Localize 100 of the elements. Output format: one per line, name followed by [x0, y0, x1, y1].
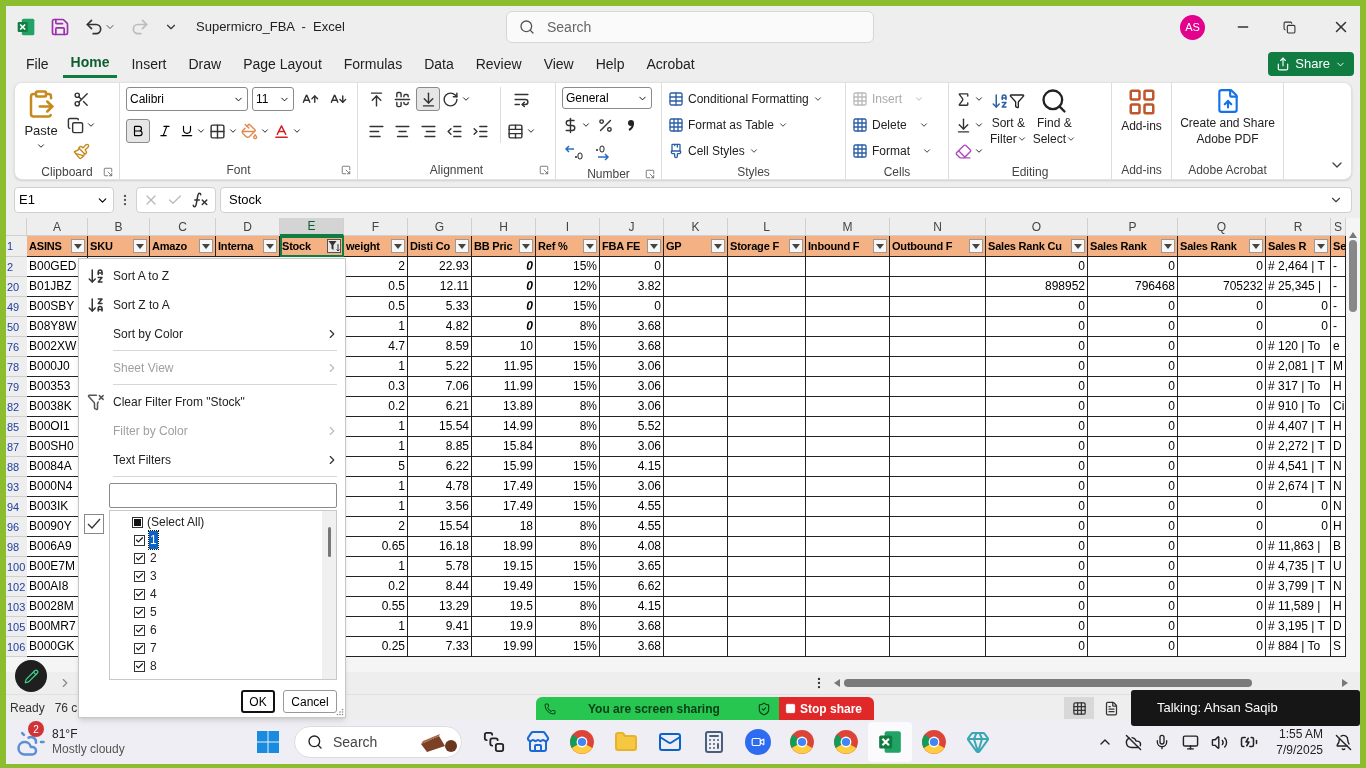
store-icon[interactable]: [526, 730, 550, 754]
filter-button[interactable]: [1249, 239, 1263, 253]
scrollbar-thumb[interactable]: [1349, 240, 1357, 312]
column-header[interactable]: O: [986, 218, 1088, 236]
ribbon-tab[interactable]: File: [18, 50, 57, 78]
calculator-icon[interactable]: [702, 730, 726, 754]
spreadsheet-icon[interactable]: [877, 729, 903, 755]
row-header[interactable]: 87: [6, 437, 27, 457]
filter-button[interactable]: [327, 239, 341, 253]
share-button[interactable]: Share: [1268, 52, 1354, 76]
column-header[interactable]: M: [806, 218, 890, 236]
scroll-up-arrow-icon[interactable]: [1349, 232, 1357, 238]
scrollbar-thumb[interactable]: [327, 527, 331, 557]
cells-menu-button[interactable]: Format: [852, 139, 932, 163]
column-header[interactable]: A: [27, 218, 88, 236]
column-header[interactable]: E: [280, 218, 344, 236]
column-header[interactable]: D: [216, 218, 280, 236]
row-header[interactable]: 78: [6, 357, 27, 377]
sort-filter-button[interactable]: Sort & Filter: [990, 87, 1027, 163]
dialog-launcher-icon[interactable]: [341, 165, 351, 175]
browser-icon[interactable]: [569, 729, 595, 755]
column-header[interactable]: N: [890, 218, 986, 236]
column-header[interactable]: Q: [1178, 218, 1266, 236]
ribbon-tab[interactable]: Formulas: [335, 50, 411, 78]
filter-button[interactable]: [1314, 239, 1328, 253]
checkbox[interactable]: [134, 606, 145, 618]
column-header[interactable]: B: [88, 218, 150, 236]
column-header[interactable]: S: [1331, 218, 1346, 236]
row-header[interactable]: 98: [6, 537, 27, 557]
row-header[interactable]: 2: [6, 257, 27, 277]
column-header[interactable]: F: [344, 218, 408, 236]
cloud-icon[interactable]: [1125, 733, 1143, 751]
styles-menu-button[interactable]: Conditional Formatting: [668, 87, 823, 111]
filter-button[interactable]: [391, 239, 405, 253]
row-header[interactable]: 85: [6, 417, 27, 437]
column-header[interactable]: C: [150, 218, 216, 236]
filter-button[interactable]: [1161, 239, 1175, 253]
column-header[interactable]: H: [472, 218, 536, 236]
search-field[interactable]: [109, 483, 337, 508]
task-view-icon[interactable]: [483, 731, 505, 753]
menu-item[interactable]: Text Filters: [113, 450, 325, 469]
row-header[interactable]: 94: [6, 497, 27, 517]
row-header[interactable]: 103: [6, 597, 27, 617]
row-header[interactable]: 82: [6, 397, 27, 417]
paste-button[interactable]: Paste: [21, 87, 61, 163]
formula-input[interactable]: Stock: [220, 187, 1352, 213]
column-header[interactable]: P: [1088, 218, 1178, 236]
vertical-scrollbar[interactable]: [1346, 218, 1360, 672]
list-scrollbar[interactable]: [322, 511, 336, 679]
restore-icon[interactable]: [1283, 20, 1296, 34]
filter-button[interactable]: [647, 239, 661, 253]
filter-button[interactable]: [789, 239, 803, 253]
filter-button[interactable]: [873, 239, 887, 253]
mail-icon[interactable]: [658, 730, 682, 754]
ribbon-tab[interactable]: View: [535, 50, 582, 78]
cells-menu-button[interactable]: Delete: [852, 113, 932, 137]
filter-button[interactable]: [71, 239, 85, 253]
checkbox-label[interactable]: 1: [149, 531, 158, 549]
ribbon-tab[interactable]: Data: [416, 50, 462, 78]
taskbar-search[interactable]: Search: [294, 726, 462, 758]
notifications-icon[interactable]: [1335, 733, 1352, 751]
clock[interactable]: 1:55 AM 7/9/2025: [1276, 726, 1323, 758]
ribbon-tab[interactable]: Insert: [123, 50, 175, 78]
filter-button[interactable]: [133, 239, 147, 253]
ribbon-tab[interactable]: Help: [587, 50, 633, 78]
checkbox-label[interactable]: 6: [149, 621, 158, 639]
row-header[interactable]: 105: [6, 617, 27, 637]
filter-button[interactable]: [711, 239, 725, 253]
undo-icon[interactable]: [84, 17, 104, 37]
row-header[interactable]: 102: [6, 577, 27, 597]
filter-button[interactable]: [263, 239, 277, 253]
ok-button[interactable]: OK: [241, 690, 275, 713]
filter-button[interactable]: [969, 239, 983, 253]
styles-menu-button[interactable]: Cell Styles: [668, 139, 823, 163]
column-header[interactable]: G: [408, 218, 472, 236]
normal-view-button[interactable]: [1064, 697, 1094, 719]
bottom-align-button[interactable]: [416, 87, 440, 111]
checkbox-label[interactable]: 2: [149, 549, 158, 567]
menu-item[interactable]: Sort by Color: [113, 324, 325, 343]
filter-button[interactable]: [455, 239, 469, 253]
create-pdf-button[interactable]: Create and Share Adobe PDF: [1178, 87, 1277, 147]
ribbon-tab[interactable]: Review: [467, 50, 530, 78]
page-layout-view-icon[interactable]: [1104, 700, 1119, 716]
name-box[interactable]: E1: [14, 187, 114, 213]
checkbox[interactable]: [134, 588, 145, 600]
dialog-launcher-icon[interactable]: [539, 165, 549, 175]
checkbox-label[interactable]: 3: [149, 567, 158, 585]
checkbox[interactable]: [134, 534, 145, 546]
row-header[interactable]: 100: [6, 557, 27, 577]
ribbon-tab[interactable]: Acrobat: [638, 50, 703, 78]
checkbox-label[interactable]: 8: [149, 657, 158, 675]
column-header[interactable]: R: [1266, 218, 1331, 236]
checkbox[interactable]: [134, 624, 145, 636]
start-icon[interactable]: [256, 730, 280, 754]
user-avatar[interactable]: AS: [1180, 14, 1205, 40]
column-header[interactable]: J: [600, 218, 664, 236]
row-header[interactable]: 76: [6, 337, 27, 357]
number-format-field[interactable]: General: [562, 87, 652, 109]
scroll-left-arrow-icon[interactable]: [834, 679, 840, 687]
cancel-button[interactable]: Cancel: [283, 690, 337, 713]
